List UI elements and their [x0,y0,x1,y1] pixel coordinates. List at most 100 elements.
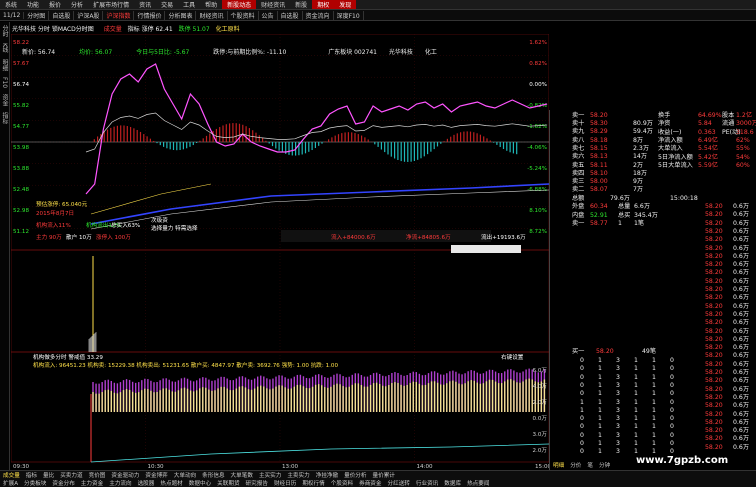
buy-row: 0 1 3 1 1 0 [550,415,756,423]
sidebar-label-3[interactable]: 明细 [0,59,9,71]
bottom-tab[interactable]: 竞价图 [86,471,109,479]
tick-row: 58.20 0.6万 [550,220,756,228]
sell-price: 58.00 [590,178,608,186]
bottom-tab[interactable]: 买卖力道 [57,471,85,479]
buy-cell: 1 [652,381,656,389]
sidebar-label-4[interactable]: F10 [1,77,8,88]
bottom-tab[interactable]: 净挂净撤 [313,471,341,479]
volume-tick: 2.0万 [533,399,548,406]
sidebar-label-2[interactable]: K线 [0,43,9,53]
stat-val2: 3000万 [736,120,756,128]
menu-item[interactable]: 新股 [290,0,312,9]
sidebar-label-1[interactable]: 分时 [0,25,9,37]
bottom-tab[interactable]: 资金驱动力 [108,471,142,479]
toolbar-item[interactable]: 分析图表 [165,10,197,20]
menu-item[interactable]: 工具 [178,0,200,9]
bottom-tab[interactable]: 数据库 [441,479,464,487]
bottom-tab[interactable]: 券商资金 [356,479,384,487]
bottom-tab[interactable]: 扩展A [0,479,21,487]
menu-item[interactable]: 系统 [0,0,22,9]
tick-vol: 0.6万 [733,219,750,227]
sell-label: 卖四 [572,169,585,177]
right-tab[interactable]: 分价 [567,461,584,469]
right-tab[interactable]: 分钟 [596,461,613,469]
menu-item[interactable]: 新股动态 [222,0,257,9]
menu-item[interactable]: 期权 [312,0,335,9]
right-tick: 8.10% [529,208,547,214]
toolbar-item[interactable]: 分时图 [24,10,50,20]
buy-cell: 1 [634,390,638,398]
tick-vol: 0.6万 [733,327,750,335]
toolbar-item[interactable]: 自选股 [49,10,75,20]
bottom-tab[interactable]: 数据中心 [186,479,214,487]
menu-item[interactable]: 资讯 [134,0,156,9]
bottom-tab[interactable]: 大单笔数 [228,471,256,479]
bottom-tab[interactable]: 热点题材 [157,479,185,487]
menu-item[interactable]: 发现 [334,0,357,9]
bottom-tab[interactable]: 条形信息 [199,471,227,479]
price-line [85,63,548,195]
bottom-tab[interactable]: 热点要闻 [464,479,492,487]
right-tab[interactable]: 笔 [584,461,596,469]
menu-item[interactable]: 财经资讯 [256,0,290,9]
toolbar-item[interactable]: 行情报价 [134,10,166,20]
right-tick: -5.24% [527,166,547,172]
right-tab[interactable]: 明细 [550,461,567,469]
annotation-main: 主力 90万 [36,233,62,241]
toolbar-item[interactable]: 自选股 [278,10,303,20]
sidebar-label-5[interactable]: 资金 [0,94,9,106]
menu-item[interactable]: 报价 [44,0,66,9]
toolbar-item[interactable]: 个股资料 [228,10,259,20]
bottom-tab[interactable]: 主买实力 [256,471,284,479]
toolbar-item[interactable]: 11/12 [0,11,25,19]
toolbar-item[interactable]: 沪深A股 [74,10,104,20]
tick-row: 58.20 0.6万 [550,328,756,336]
bottom-tab[interactable]: 量比 [40,471,57,479]
menu-item[interactable]: 扩展市场行情 [88,0,134,9]
buy-cell: 1 [598,406,602,414]
buy-cell: 0 [580,448,584,456]
menu-item[interactable]: 交易 [156,0,178,9]
bottom-tab[interactable]: 量价累计 [370,471,398,479]
buy-cell: 1 [652,415,656,423]
bottom-tab[interactable]: 指标 [23,471,40,479]
bottom-tab[interactable]: 期权行情 [299,479,327,487]
bottom-tab[interactable]: 财经日历 [271,479,299,487]
bottom-tab[interactable]: 主力资金 [78,479,106,487]
intraday-chart[interactable]: 58.22 57.67 56.74 55.82 54.77 53.98 53.88 52.48… [11,34,549,470]
bottom-tab[interactable]: 行业资讯 [413,479,441,487]
left-tick: 56.74 [13,82,29,88]
toolbar-item[interactable]: 沪深指数 [103,10,135,20]
buy-cell: 0 [580,357,584,364]
toolbar-item[interactable]: 深度F10 [334,10,364,20]
flow-in: 流入+84000.6万 [331,233,376,241]
tick-vol: 0.6万 [733,203,750,210]
bottom-tab[interactable]: 关联期货 [214,479,242,487]
header-metric-1: 指标 涨停 62.41 [127,26,173,33]
buy-row: 0 1 3 1 1 0 [550,432,756,440]
bottom-tab[interactable]: 成交量 [0,471,23,479]
menu-item[interactable]: 功能 [22,0,44,9]
annotation-estimate: 预估涨停: 65.040元 [36,200,88,208]
menu-item[interactable]: 帮助 [200,0,222,9]
toolbar-item[interactable]: 公告 [259,10,278,20]
left-tick: 52.48 [13,187,29,193]
buy-cell: 1 [598,365,602,373]
tick-price: 58.20 [705,327,723,335]
toolbar-item[interactable]: 财经资讯 [196,10,228,20]
toolbar-item[interactable]: 资金流向 [303,10,334,20]
bottom-tab[interactable]: 资金博弈 [142,471,170,479]
bottom-tab[interactable]: 量价分析 [341,471,369,479]
menu-item[interactable]: 分析 [66,0,88,9]
bottom-tab[interactable]: 主力流向 [106,479,134,487]
sidebar-label-6[interactable]: 指标 [0,112,9,124]
bottom-tab[interactable]: 大单动向 [171,471,199,479]
bottom-tab[interactable]: 主卖实力 [284,471,312,479]
bottom-tab[interactable]: 研究报告 [243,479,271,487]
bottom-tab[interactable]: 资金分布 [49,479,77,487]
bottom-tab[interactable]: 选股器 [135,479,158,487]
bottom-tab[interactable]: 个股资料 [328,479,356,487]
left-tick: 58.22 [13,40,29,46]
bottom-tab[interactable]: 分类板块 [21,479,49,487]
bottom-tab[interactable]: 分红送转 [385,479,413,487]
